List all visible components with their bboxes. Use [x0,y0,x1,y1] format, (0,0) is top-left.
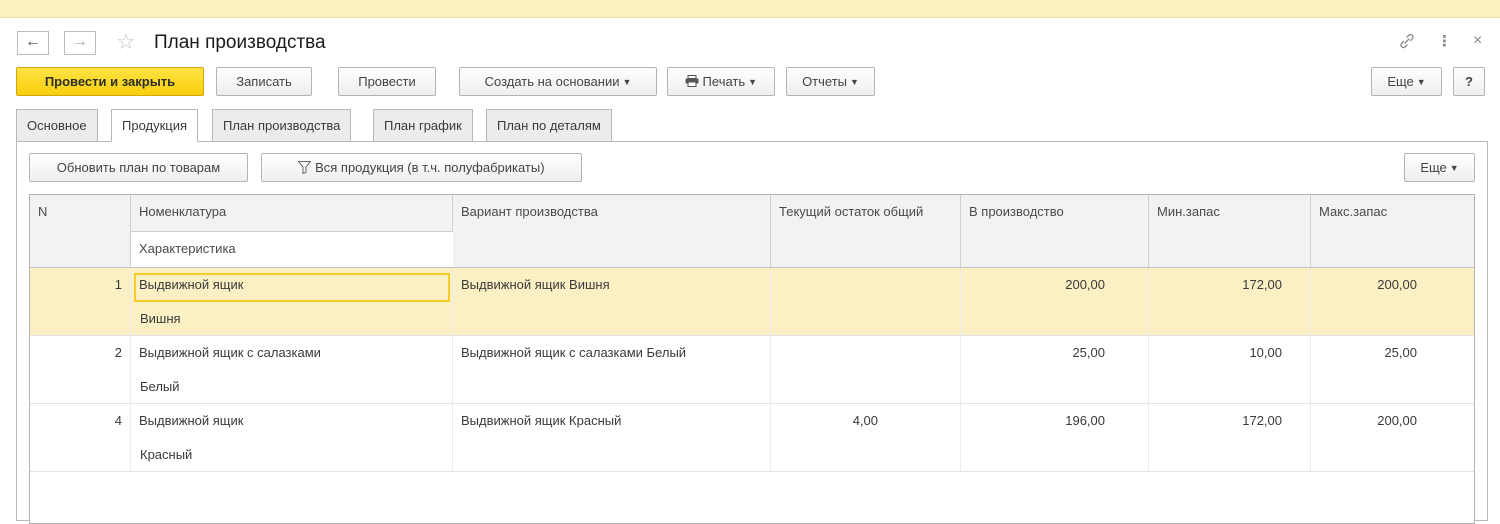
cell-in-production[interactable]: 200,00 [961,268,1149,336]
chevron-down-icon: ▼ [850,77,859,87]
help-button[interactable]: ? [1453,67,1485,96]
cell-n: 1 [30,268,131,336]
chevron-down-icon: ▼ [748,77,758,87]
arrow-left-icon: ← [25,33,41,50]
tab-production-plan[interactable]: План производства [212,109,352,142]
cell-max-stock: 25,00 [1384,345,1417,360]
products-table[interactable]: N Номенклатура Характеристика Вариант пр… [29,194,1475,524]
cell-max-stock: 200,00 [1377,277,1417,292]
focused-cell-frame [134,273,450,302]
more-label: Еще [1387,74,1414,89]
cell-max-stock: 200,00 [1377,413,1417,428]
page-title: План производства [154,32,326,53]
cell-min-stock: 172,00 [1149,404,1311,472]
cell-n: 2 [30,336,131,404]
column-header-variant[interactable]: Вариант производства [453,195,771,268]
printer-icon-svg [685,75,699,87]
reports-label: Отчеты [802,74,847,89]
create-based-on-button[interactable]: Создать на основании ▼ [459,67,657,96]
more-actions-icon[interactable]: ⋮ [1437,31,1452,53]
star-icon[interactable]: ☆ [116,28,136,56]
nomenclature-value: Выдвижной ящик [139,413,244,428]
save-button[interactable]: Записать [216,67,312,96]
post-and-close-button[interactable]: Провести и закрыть [16,67,204,96]
link-icon[interactable] [1397,31,1417,58]
top-notification-strip [0,0,1500,18]
tab-parts-plan[interactable]: План по деталям [486,109,612,142]
cell-min-stock: 10,00 [1149,336,1311,404]
cell-stock [771,336,961,404]
characteristic-value: Белый [140,379,180,394]
table-row[interactable]: 4 Выдвижной ящик Красный Выдвижной ящик … [30,404,1474,472]
table-more-button[interactable]: Еще ▼ [1404,153,1475,182]
chevron-down-icon: ▼ [622,77,632,87]
filter-icon [297,160,315,175]
cell-min-stock: 172,00 [1149,268,1311,336]
tab-products[interactable]: Продукция [111,109,199,142]
filter-products-button[interactable]: Вся продукция (в т.ч. полуфабрикаты) [261,153,582,182]
column-header-characteristic[interactable]: Характеристика [131,231,453,265]
back-button[interactable]: ← [17,31,49,55]
table-more-label: Еще [1420,160,1447,175]
create-based-on-label: Создать на основании [484,74,620,89]
cell-nomenclature[interactable]: Выдвижной ящик Красный [131,404,453,472]
update-plan-button[interactable]: Обновить план по товарам [29,153,248,182]
table-row[interactable]: 1 Выдвижной ящик Вишня Выдвижной ящик Ви… [30,268,1474,336]
post-button[interactable]: Провести [338,67,436,96]
reports-button[interactable]: Отчеты ▼ [786,67,875,96]
print-label: Печать [702,74,746,89]
cell-variant[interactable]: Выдвижной ящик Вишня [453,268,771,336]
arrow-right-icon: → [72,33,88,50]
nomenclature-value: Выдвижной ящик с салазками [139,345,321,360]
table-row[interactable]: 2 Выдвижной ящик с салазками Белый Выдви… [30,336,1474,404]
tab-main[interactable]: Основное [16,109,98,142]
filter-icon-svg [297,161,313,175]
characteristic-value: Красный [140,447,193,462]
cell-n: 4 [30,404,131,472]
cell-variant[interactable]: Выдвижной ящик Красный [453,404,771,472]
cell-stock: 4,00 [771,404,961,472]
cell-variant[interactable]: Выдвижной ящик с салазками Белый [453,336,771,404]
forward-button[interactable]: → [64,31,96,55]
cell-nomenclature[interactable]: Выдвижной ящик с салазками Белый [131,336,453,404]
more-button[interactable]: Еще ▼ [1371,67,1442,96]
close-icon[interactable]: × [1473,30,1482,52]
characteristic-value: Вишня [140,311,181,326]
cell-stock [771,268,961,336]
tab-schedule-plan[interactable]: План график [373,109,473,142]
column-header-min-stock[interactable]: Мин.запас [1149,195,1311,268]
cell-in-production[interactable]: 25,00 [961,336,1149,404]
filter-label: Вся продукция (в т.ч. полуфабрикаты) [315,160,545,175]
chevron-down-icon: ▼ [1449,163,1459,173]
chevron-down-icon: ▼ [1416,77,1426,87]
cell-in-production[interactable]: 196,00 [961,404,1149,472]
column-header-nomenclature[interactable]: Номенклатура [131,195,453,231]
column-header-stock[interactable]: Текущий остаток общий [771,195,961,268]
link-icon-svg [1400,33,1414,49]
column-header-max-stock[interactable]: Макс.запас [1311,195,1474,268]
column-header-in-production[interactable]: В производство [961,195,1149,268]
column-header-n[interactable]: N [30,195,131,268]
print-button[interactable]: Печать ▼ [667,67,775,96]
printer-icon [685,74,703,89]
